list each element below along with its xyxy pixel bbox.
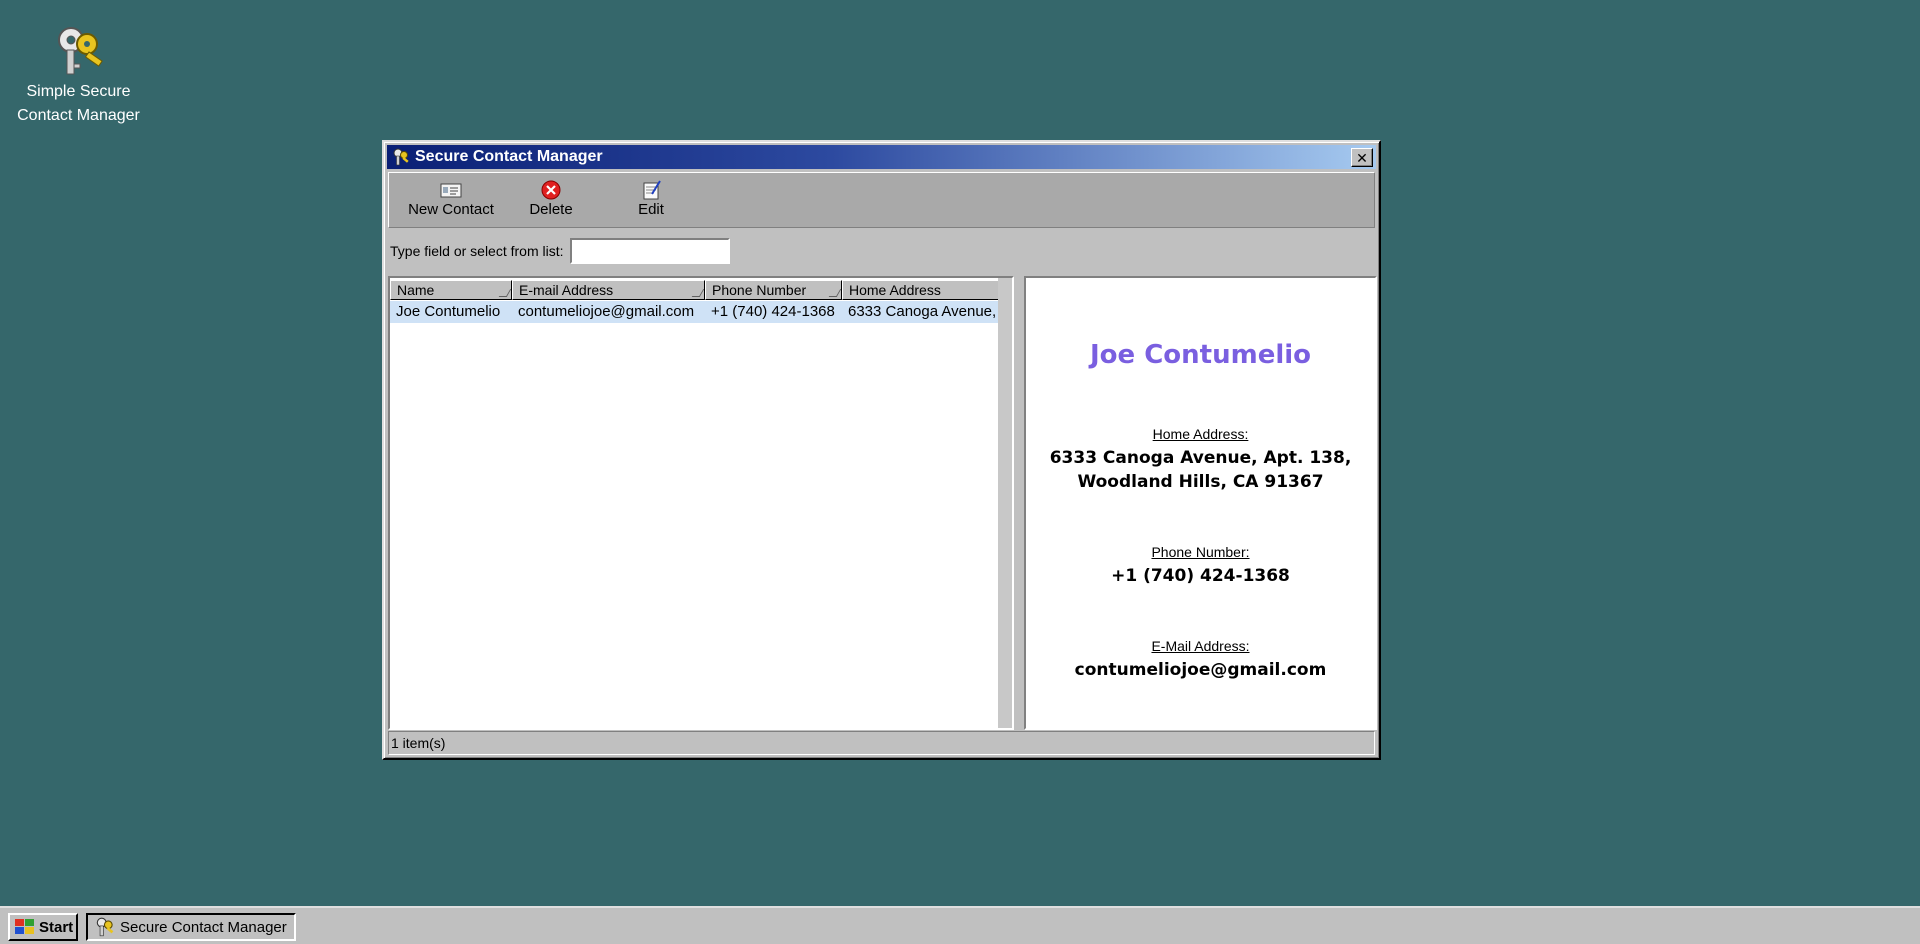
list-scroll-strip[interactable] [998, 278, 1012, 728]
column-header-name[interactable]: Name [390, 280, 512, 300]
taskbar: Start Secure Contact Manager [0, 906, 1920, 944]
search-input[interactable] [569, 238, 730, 264]
toolbar: New Contact Delete Edit [388, 172, 1375, 228]
search-label: Type field or select from list: [390, 243, 564, 259]
start-label: Start [39, 918, 74, 936]
contact-detail-card: Joe Contumelio Home Address: 6333 Canoga… [1024, 276, 1377, 730]
delete-button[interactable]: Delete [501, 179, 601, 218]
status-bar: 1 item(s) [388, 731, 1375, 755]
home-address-line2: Woodland Hills, CA 91367 [1077, 472, 1324, 492]
cell-name: Joe Contumelio [396, 303, 501, 320]
window-title: Secure Contact Manager [415, 148, 603, 165]
taskbar-item-label: Secure Contact Manager [120, 918, 287, 936]
cell-phone: +1 (740) 424-1368 [711, 303, 835, 320]
column-header-phone[interactable]: Phone Number [705, 280, 842, 300]
phone-number-value: +1 (740) 424-1368 [1111, 566, 1290, 586]
contact-manager-window: Secure Contact Manager ✕ New Contact Del… [382, 140, 1381, 760]
contact-list[interactable]: Name E-mail Address Phone Number Home Ad… [388, 276, 1014, 730]
windows-flag-icon [15, 919, 34, 934]
edit-button[interactable]: Edit [601, 179, 701, 218]
edit-notepad-icon [643, 180, 661, 200]
taskbar-item-contact-manager[interactable]: Secure Contact Manager [86, 913, 296, 941]
email-address-value: contumeliojoe@gmail.com [1074, 660, 1327, 680]
column-header-email[interactable]: E-mail Address [512, 280, 705, 300]
keys-icon [57, 27, 103, 75]
phone-number-label: Phone Number: [1151, 544, 1250, 560]
delete-label: Delete [529, 201, 573, 218]
search-row: Type field or select from list: [390, 236, 1373, 266]
list-header: Name E-mail Address Phone Number Home Ad… [390, 280, 1012, 300]
home-address-label: Home Address: [1152, 426, 1249, 442]
desktop-icon-label-line1: Simple Secure [26, 83, 131, 100]
column-header-address[interactable]: Home Address [842, 280, 1000, 300]
edit-label: Edit [638, 201, 664, 218]
new-contact-button[interactable]: New Contact [401, 179, 501, 218]
app-keys-icon [393, 148, 409, 166]
detail-contact-name: Joe Contumelio [1089, 340, 1312, 370]
desktop-icon-contact-manager[interactable]: Simple Secure Contact Manager [10, 22, 147, 128]
cell-address: 6333 Canoga Avenue, [848, 303, 997, 320]
close-icon: ✕ [1356, 149, 1368, 166]
status-text: 1 item(s) [391, 735, 446, 751]
table-row[interactable]: Joe Contumelio contumeliojoe@gmail.com +… [390, 301, 1012, 323]
email-address-label: E-Mail Address: [1151, 638, 1250, 654]
cell-email: contumeliojoe@gmail.com [518, 303, 695, 320]
keys-icon [96, 917, 114, 937]
start-button[interactable]: Start [8, 913, 78, 941]
new-contact-card-icon [440, 183, 462, 198]
close-button[interactable]: ✕ [1351, 148, 1373, 167]
title-bar[interactable]: Secure Contact Manager ✕ [387, 145, 1376, 169]
desktop-icon-label-line2: Contact Manager [17, 107, 140, 124]
home-address-line1: 6333 Canoga Avenue, Apt. 138, [1049, 448, 1352, 468]
new-contact-label: New Contact [408, 201, 494, 218]
delete-icon [541, 180, 561, 200]
